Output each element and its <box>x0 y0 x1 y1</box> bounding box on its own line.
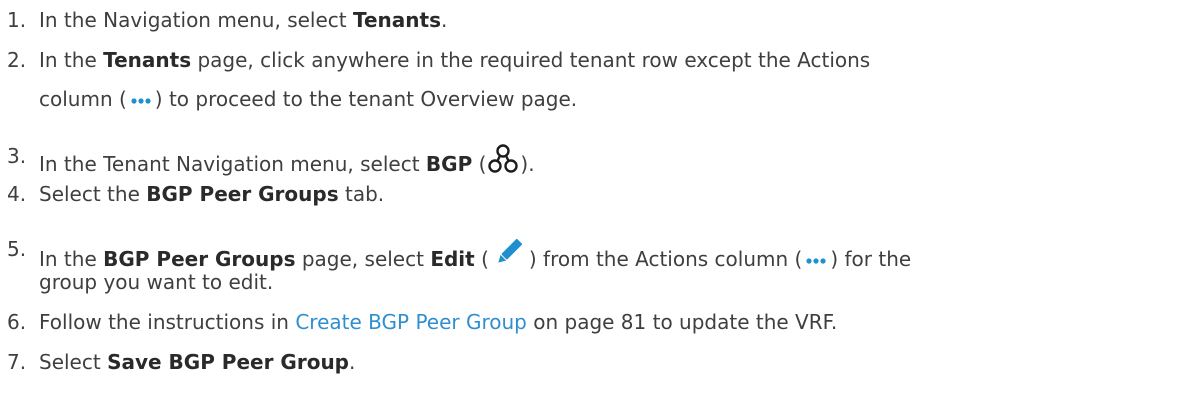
step-number: 6. <box>7 310 27 334</box>
step-bold-term: Edit <box>430 247 475 271</box>
step-text: ) from the Actions column ( <box>528 247 803 271</box>
step-bold-term: Tenants <box>103 48 192 72</box>
create-bgp-peer-group-link[interactable]: Create BGP Peer Group <box>295 310 527 334</box>
step-number: 1. <box>7 8 27 32</box>
step-text: page, select <box>295 247 431 271</box>
step-text: ( <box>474 247 489 271</box>
step-text: In the <box>39 247 104 271</box>
step-text: on page 81 to update the VRF. <box>526 310 838 334</box>
ellipsis-icon <box>806 257 826 264</box>
step-number: 3. <box>7 144 27 168</box>
ellipsis-icon <box>131 97 151 104</box>
step-bold-term: BGP Peer Groups <box>103 247 296 271</box>
step-text: page, click anywhere in the required ten… <box>191 48 871 72</box>
step-text: In the Tenant Navigation menu, select <box>39 152 426 176</box>
step-bold-term: Tenants <box>352 8 441 32</box>
step-text: Follow the instructions in <box>39 310 296 334</box>
step-text: ) for the <box>830 247 912 271</box>
step-text: . <box>349 350 356 374</box>
bgp-network-icon <box>488 144 519 173</box>
step-text: ). <box>520 152 535 176</box>
step-text: ( <box>472 152 487 176</box>
pencil-icon <box>498 238 522 263</box>
step-bold-term: BGP <box>425 152 473 176</box>
step-text: group you want to edit. <box>39 270 274 294</box>
instruction-list: 1. In the Navigation menu, select Tenant… <box>0 0 1193 398</box>
step-text: In the Navigation menu, select <box>39 8 353 32</box>
step-text: . <box>440 8 448 32</box>
step-number: 2. <box>7 48 27 72</box>
step-number: 7. <box>7 350 27 374</box>
step-number: 4. <box>7 182 27 206</box>
step-text: column ( <box>39 87 127 111</box>
step-number: 5. <box>7 237 27 261</box>
step-text: ) to proceed to the tenant Overview page… <box>154 87 578 111</box>
step-text: Select <box>39 350 108 374</box>
step-text: Select the <box>39 182 147 206</box>
step-text: In the <box>39 48 104 72</box>
step-bold-term: BGP Peer Groups <box>146 182 339 206</box>
step-bold-term: Save BGP Peer Group <box>107 350 349 374</box>
step-text: tab. <box>338 182 385 206</box>
